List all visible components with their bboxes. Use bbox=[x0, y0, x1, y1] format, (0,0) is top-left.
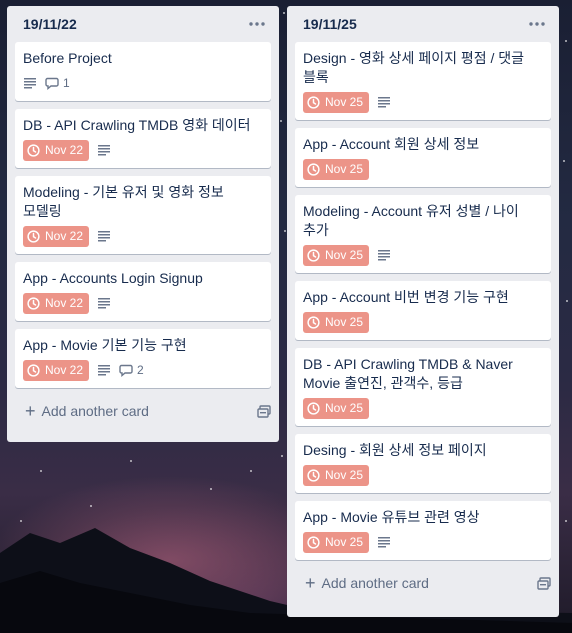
card-template-icon[interactable] bbox=[257, 404, 271, 418]
more-horizontal-icon[interactable] bbox=[525, 12, 549, 36]
card-title: App - Account 비번 변경 기능 구현 bbox=[303, 289, 509, 305]
card-db-api-crawling[interactable]: DB - API Crawling TMDB 영화 데이터 Nov 22 bbox=[15, 109, 271, 168]
due-date-badge[interactable]: Nov 25 bbox=[303, 464, 370, 486]
clock-icon bbox=[27, 143, 40, 157]
due-date: Nov 25 bbox=[325, 95, 364, 109]
add-card-label: Add another card bbox=[321, 575, 429, 591]
description-icon bbox=[97, 144, 111, 156]
due-date: Nov 22 bbox=[45, 229, 84, 243]
card-db-crawling-naver[interactable]: DB - API Crawling TMDB & Naver Movie 출연진… bbox=[295, 348, 551, 426]
comment-badge: 1 bbox=[45, 76, 70, 90]
card-movie-basic[interactable]: App - Movie 기본 기능 구현 Nov 22 2 bbox=[15, 329, 271, 388]
card-before-project[interactable]: Before Project 1 bbox=[15, 42, 271, 101]
card-title: DB - API Crawling TMDB 영화 데이터 bbox=[23, 117, 251, 133]
comment-count: 2 bbox=[137, 363, 144, 377]
card-title: DB - API Crawling TMDB & Naver Movie 출연진… bbox=[303, 356, 513, 391]
list-title[interactable]: 19/11/25 bbox=[303, 16, 357, 32]
list-title[interactable]: 19/11/22 bbox=[23, 16, 77, 32]
due-date-badge[interactable]: Nov 22 bbox=[23, 225, 90, 247]
clock-icon bbox=[307, 162, 320, 176]
due-date-badge[interactable]: Nov 25 bbox=[303, 397, 370, 419]
due-date-badge[interactable]: Nov 22 bbox=[23, 359, 90, 381]
due-date-badge[interactable]: Nov 22 bbox=[23, 292, 90, 314]
clock-icon bbox=[307, 535, 320, 549]
due-date: Nov 25 bbox=[325, 315, 364, 329]
clock-icon bbox=[27, 363, 40, 377]
description-icon bbox=[23, 77, 37, 89]
list-header: 19/11/22 bbox=[7, 6, 279, 42]
due-date: Nov 25 bbox=[325, 401, 364, 415]
list-19-11-22: 19/11/22 Before Project 1 DB - API Crawl… bbox=[7, 6, 279, 442]
card-account-detail[interactable]: App - Account 회원 상세 정보 Nov 25 bbox=[295, 128, 551, 187]
due-date-badge[interactable]: Nov 25 bbox=[303, 531, 370, 553]
clock-icon bbox=[307, 401, 320, 415]
comment-icon bbox=[119, 364, 133, 377]
due-date: Nov 22 bbox=[45, 143, 84, 157]
more-horizontal-icon[interactable] bbox=[245, 12, 269, 36]
due-date: Nov 25 bbox=[325, 248, 364, 262]
plus-icon: + bbox=[25, 401, 36, 421]
clock-icon bbox=[27, 229, 40, 243]
clock-icon bbox=[307, 315, 320, 329]
comment-count: 1 bbox=[63, 76, 70, 90]
card-title: Modeling - 기본 유저 및 영화 정보 모델링 bbox=[23, 184, 224, 219]
card-title: App - Accounts Login Signup bbox=[23, 270, 203, 286]
card-title: App - Movie 유튜브 관련 영상 bbox=[303, 509, 480, 525]
clock-icon bbox=[307, 95, 320, 109]
card-modeling-basic[interactable]: Modeling - 기본 유저 및 영화 정보 모델링 Nov 22 bbox=[15, 176, 271, 254]
add-card-label: Add another card bbox=[41, 403, 149, 419]
card-title: App - Account 회원 상세 정보 bbox=[303, 136, 480, 152]
card-design-member-page[interactable]: Desing - 회원 상세 정보 페이지 Nov 25 bbox=[295, 434, 551, 493]
due-date: Nov 25 bbox=[325, 468, 364, 482]
description-icon bbox=[377, 536, 391, 548]
card-title: Desing - 회원 상세 정보 페이지 bbox=[303, 442, 487, 458]
clock-icon bbox=[307, 468, 320, 482]
due-date: Nov 22 bbox=[45, 296, 84, 310]
list-header: 19/11/25 bbox=[287, 6, 559, 42]
clock-icon bbox=[307, 248, 320, 262]
card-title: Design - 영화 상세 페이지 평점 / 댓글 블록 bbox=[303, 50, 525, 85]
due-date: Nov 22 bbox=[45, 363, 84, 377]
card-title: Modeling - Account 유저 성별 / 나이 추가 bbox=[303, 203, 519, 238]
card-template-icon[interactable] bbox=[537, 576, 551, 590]
add-card-button[interactable]: + Add another card bbox=[7, 396, 279, 426]
description-icon bbox=[377, 249, 391, 261]
description-icon bbox=[97, 230, 111, 242]
description-icon bbox=[97, 297, 111, 309]
due-date-badge[interactable]: Nov 25 bbox=[303, 91, 370, 113]
card-design-movie-detail[interactable]: Design - 영화 상세 페이지 평점 / 댓글 블록 Nov 25 bbox=[295, 42, 551, 120]
due-date-badge[interactable]: Nov 25 bbox=[303, 311, 370, 333]
card-title: App - Movie 기본 기능 구현 bbox=[23, 337, 187, 353]
plus-icon: + bbox=[305, 573, 316, 593]
clock-icon bbox=[27, 296, 40, 310]
card-account-password[interactable]: App - Account 비번 변경 기능 구현 Nov 25 bbox=[295, 281, 551, 340]
due-date: Nov 25 bbox=[325, 535, 364, 549]
due-date-badge[interactable]: Nov 25 bbox=[303, 158, 370, 180]
description-icon bbox=[97, 364, 111, 376]
comment-icon bbox=[45, 77, 59, 90]
due-date: Nov 25 bbox=[325, 162, 364, 176]
card-movie-youtube[interactable]: App - Movie 유튜브 관련 영상 Nov 25 bbox=[295, 501, 551, 560]
add-card-button[interactable]: + Add another card bbox=[287, 568, 559, 598]
list-19-11-25: 19/11/25 Design - 영화 상세 페이지 평점 / 댓글 블록 N… bbox=[287, 6, 559, 617]
due-date-badge[interactable]: Nov 25 bbox=[303, 244, 370, 266]
due-date-badge[interactable]: Nov 22 bbox=[23, 139, 90, 161]
description-icon bbox=[377, 96, 391, 108]
comment-badge: 2 bbox=[119, 363, 144, 377]
card-title: Before Project bbox=[23, 50, 112, 66]
card-accounts-login[interactable]: App - Accounts Login Signup Nov 22 bbox=[15, 262, 271, 321]
card-modeling-account[interactable]: Modeling - Account 유저 성별 / 나이 추가 Nov 25 bbox=[295, 195, 551, 273]
